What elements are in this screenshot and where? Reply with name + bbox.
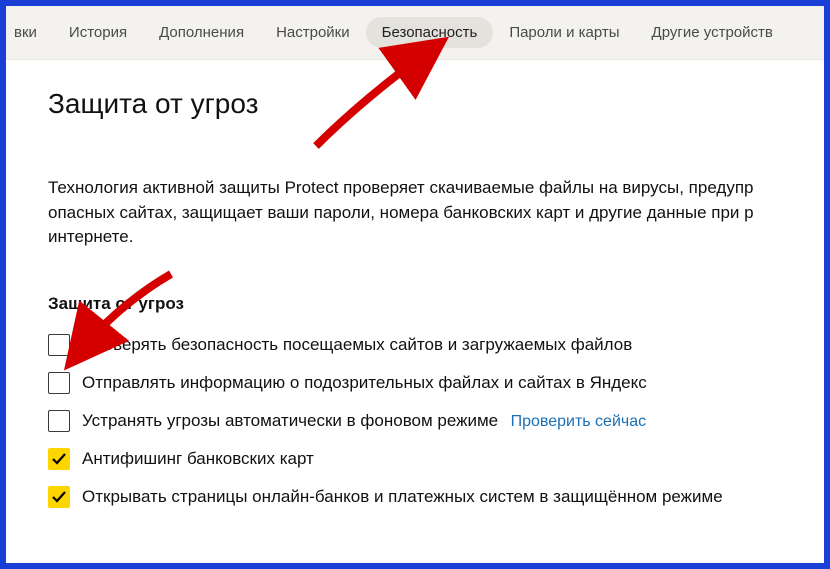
- option-auto-resolve: Устранять угрозы автоматически в фоновом…: [48, 410, 824, 432]
- page-content: Защита от угроз Технология активной защи…: [6, 60, 824, 508]
- option-check-sites: Проверять безопасность посещаемых сайтов…: [48, 334, 824, 356]
- section-heading: Защита от угроз: [48, 294, 824, 314]
- checkbox-protected-mode[interactable]: [48, 486, 70, 508]
- check-now-link[interactable]: Проверить сейчас: [511, 413, 647, 430]
- tab-partial-left[interactable]: вки: [14, 17, 53, 48]
- option-protected-mode: Открывать страницы онлайн-банков и плате…: [48, 486, 824, 508]
- checkbox-antiphishing[interactable]: [48, 448, 70, 470]
- settings-tabbar: вки История Дополнения Настройки Безопас…: [6, 6, 824, 60]
- option-antiphishing: Антифишинг банковских карт: [48, 448, 824, 470]
- protect-description: Технология активной защиты Protect прове…: [48, 176, 824, 250]
- tab-passwords[interactable]: Пароли и карты: [493, 17, 635, 48]
- options-list: Проверять безопасность посещаемых сайтов…: [48, 334, 824, 508]
- option-label: Проверять безопасность посещаемых сайтов…: [82, 335, 632, 355]
- option-label: Отправлять информацию о подозрительных ф…: [82, 373, 647, 393]
- checkbox-send-info[interactable]: [48, 372, 70, 394]
- tab-settings[interactable]: Настройки: [260, 17, 366, 48]
- tab-addons[interactable]: Дополнения: [143, 17, 260, 48]
- option-label: Антифишинг банковских карт: [82, 449, 314, 469]
- checkmark-icon: [51, 489, 67, 505]
- checkbox-auto-resolve[interactable]: [48, 410, 70, 432]
- option-send-info: Отправлять информацию о подозрительных ф…: [48, 372, 824, 394]
- tab-security[interactable]: Безопасность: [366, 17, 494, 48]
- option-label: Открывать страницы онлайн-банков и плате…: [82, 487, 723, 507]
- tab-devices[interactable]: Другие устройств: [636, 17, 789, 48]
- checkbox-check-sites[interactable]: [48, 334, 70, 356]
- tab-history[interactable]: История: [53, 17, 143, 48]
- option-label: Устранять угрозы автоматически в фоновом…: [82, 411, 498, 430]
- page-title: Защита от угроз: [48, 88, 824, 120]
- checkmark-icon: [51, 451, 67, 467]
